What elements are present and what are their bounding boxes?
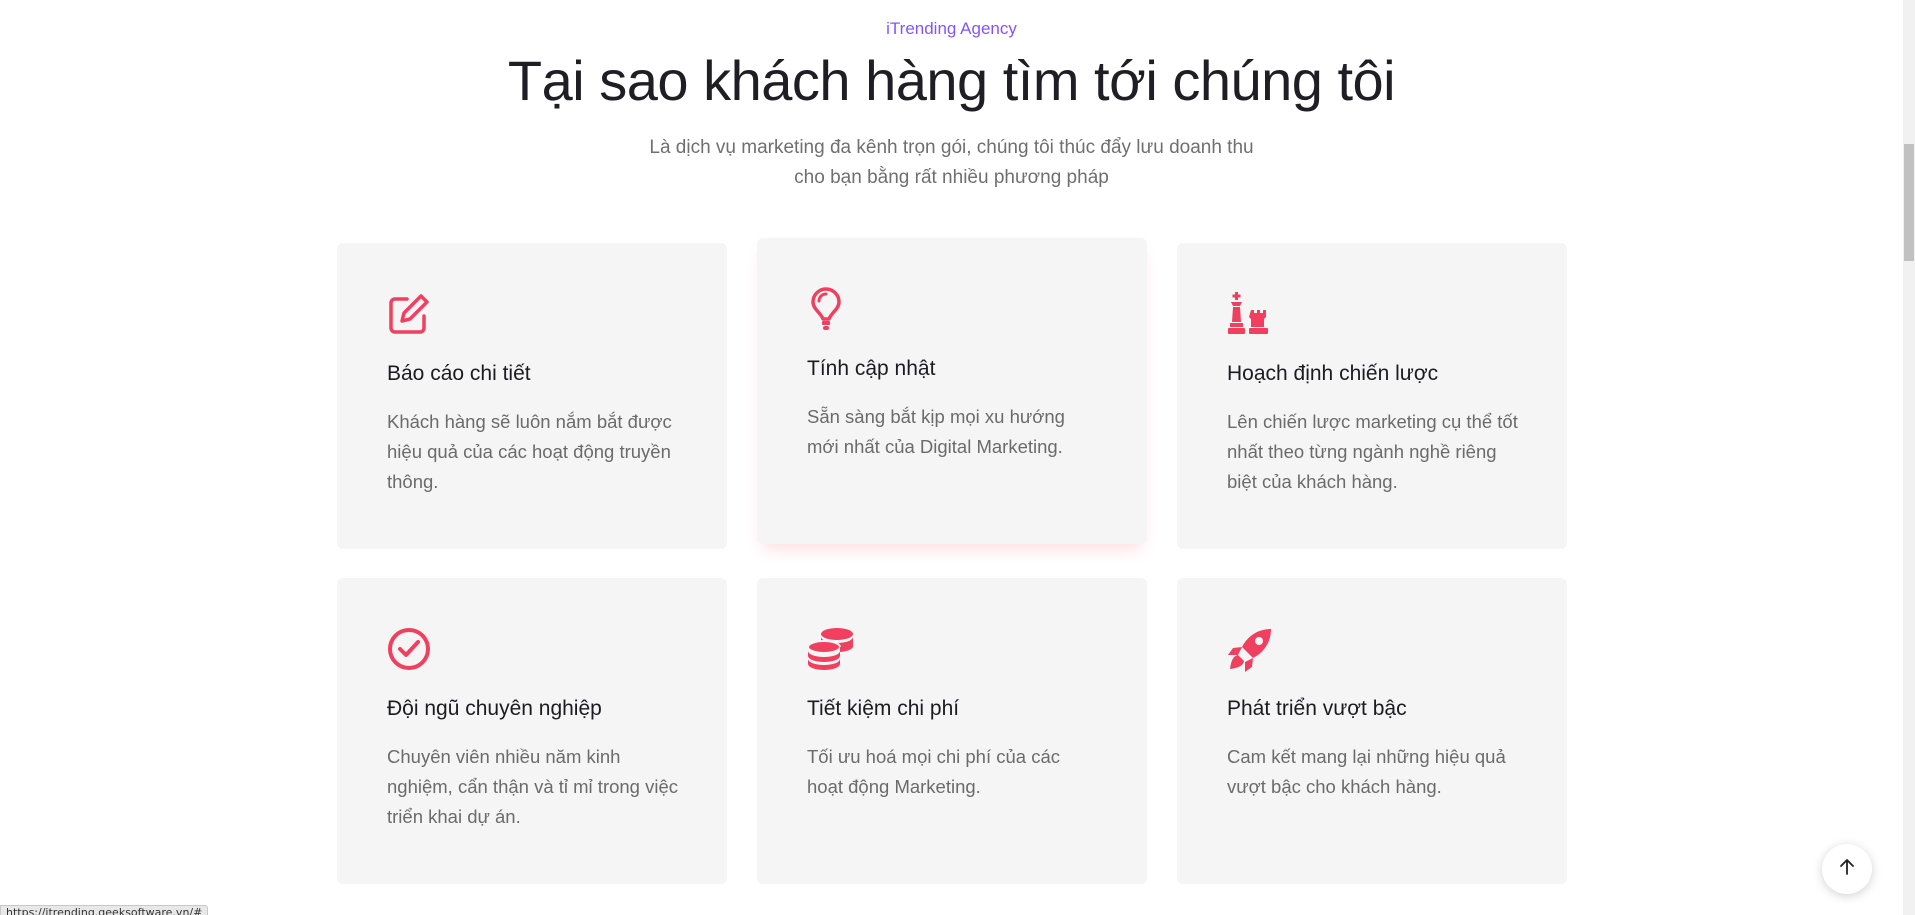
feature-text: Tối ưu hoá mọi chi phí của các hoạt động… <box>807 746 1061 797</box>
subtitle-line: Là dịch vụ marketing đa kênh trọn gói, c… <box>649 137 1254 158</box>
feature-card-doi-ngu: Đội ngũ chuyên nghiệp Chuyên viên nhiều … <box>337 578 727 884</box>
back-to-top-button[interactable] <box>1822 844 1872 894</box>
feature-title: Phát triển vượt bậc <box>1227 697 1407 720</box>
feature-text: Lên chiến lược marketing cụ thể tốt nhất… <box>1227 411 1518 492</box>
feature-text: Chuyên viên nhiều năm kinh nghiệm, cẩn t… <box>387 746 679 827</box>
feature-text: Cam kết mang lại những hiệu quả vượt bậc… <box>1227 746 1506 797</box>
subtitle-line: cho bạn bằng rất nhiều phương pháp <box>794 167 1109 188</box>
feature-text: Khách hàng sẽ luôn nắm bắt được hiệu quả… <box>387 411 672 492</box>
feature-title: Báo cáo chi tiết <box>387 362 531 385</box>
feature-text: Sẵn sàng bắt kịp mọi xu hướng mới nhất c… <box>807 406 1065 457</box>
section-eyebrow: iTrending Agency <box>0 19 1903 39</box>
edit-icon <box>387 292 435 340</box>
feature-card-bao-cao: Báo cáo chi tiết Khách hàng sẽ luôn nắm … <box>337 243 727 549</box>
feature-title: Hoạch định chiến lược <box>1227 362 1439 385</box>
status-bar-url: https://itrending.geeksoftware.vn/# <box>0 905 209 915</box>
feature-title: Đội ngũ chuyên nghiệp <box>387 697 602 720</box>
feature-card-tinh-cap-nhat: Tính cập nhật Sẵn sàng bắt kịp mọi xu hư… <box>757 238 1147 544</box>
feature-card-tiet-kiem: Tiết kiệm chi phí Tối ưu hoá mọi chi phí… <box>757 578 1147 884</box>
arrow-up-icon <box>1838 858 1856 881</box>
feature-title: Tính cập nhật <box>807 357 936 380</box>
feature-card-hoach-dinh: Hoạch định chiến lược Lên chiến lược mar… <box>1177 243 1567 549</box>
rocket-icon <box>1227 627 1275 675</box>
section-title: Tại sao khách hàng tìm tới chúng tôi <box>507 49 1396 112</box>
chess-icon <box>1227 292 1275 340</box>
coins-icon <box>807 627 855 675</box>
scrollbar-track[interactable] <box>1903 0 1915 915</box>
lightbulb-icon <box>807 287 855 335</box>
page: iTrending Agency Tại sao khách hàng tìm … <box>0 0 1915 915</box>
section-subtitle: Là dịch vụ marketing đa kênh trọn gói, c… <box>0 133 1903 193</box>
feature-card-phat-trien: Phát triển vượt bậc Cam kết mang lại nhữ… <box>1177 578 1567 884</box>
scrollbar-thumb[interactable] <box>1904 144 1914 261</box>
feature-title: Tiết kiệm chi phí <box>807 697 960 720</box>
check-circle-icon <box>387 627 435 675</box>
